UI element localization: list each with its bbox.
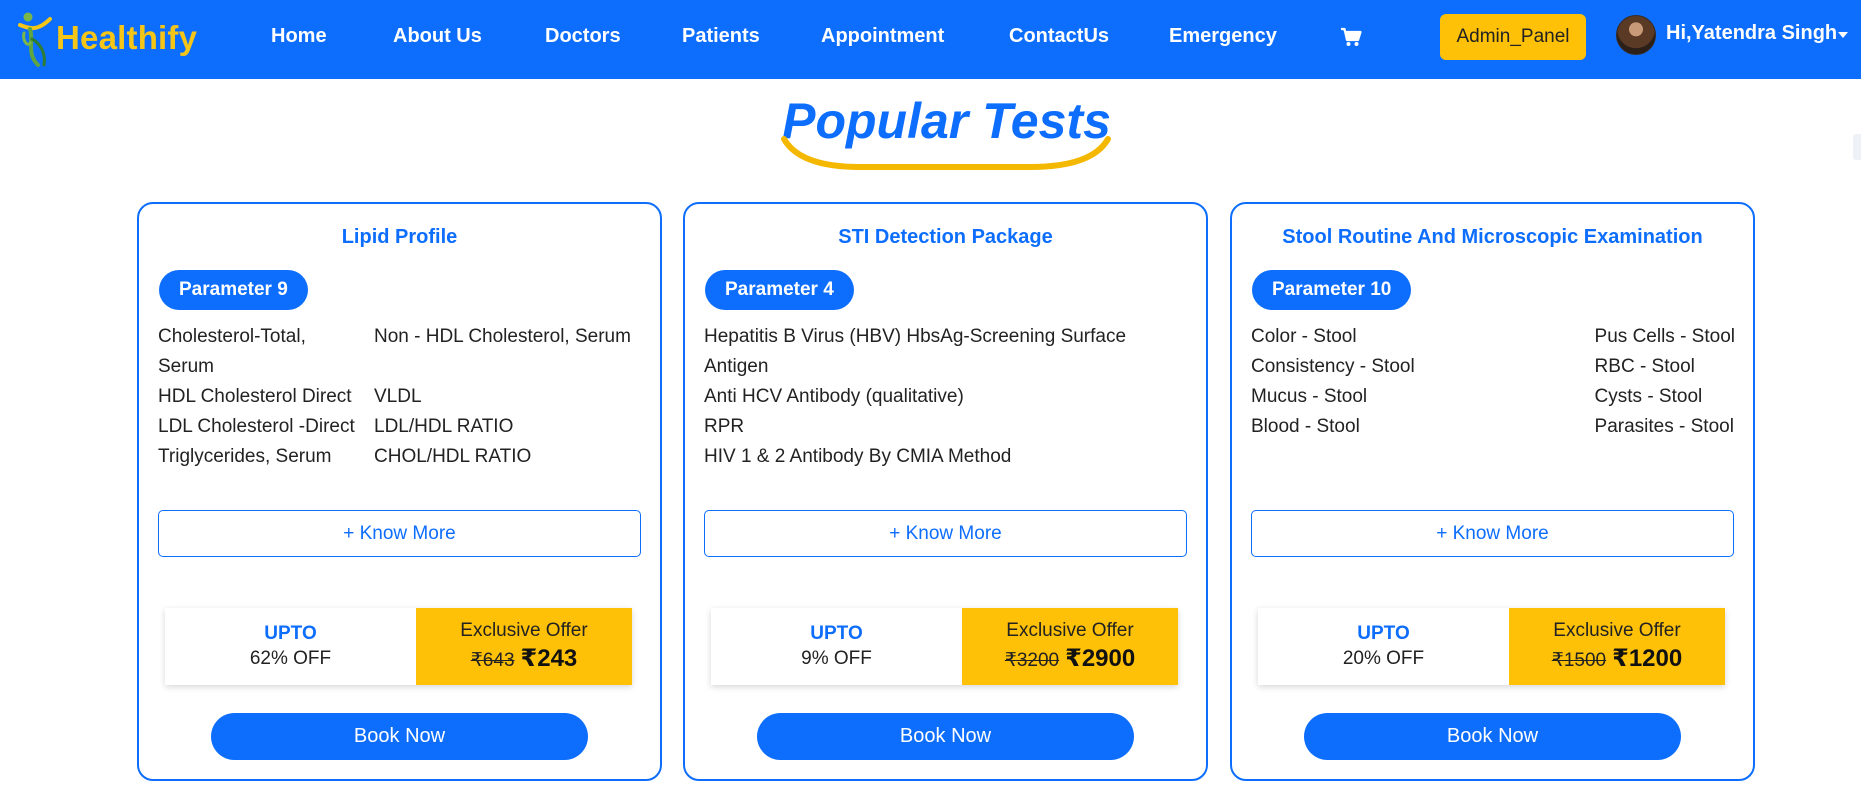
parameter-list: Color - Stool Pus Cells - Stool Consiste… bbox=[1251, 322, 1735, 442]
new-price: ₹243 bbox=[520, 645, 578, 672]
nav-doctors[interactable]: Doctors bbox=[545, 25, 621, 48]
parameter-item: Blood - Stool bbox=[1251, 416, 1360, 437]
know-more-button[interactable]: + Know More bbox=[158, 510, 641, 557]
new-price: ₹1200 bbox=[1612, 645, 1683, 672]
book-now-button[interactable]: Book Now bbox=[757, 713, 1134, 760]
parameter-item: Mucus - Stool bbox=[1251, 386, 1368, 407]
parameter-item: Color - Stool bbox=[1251, 326, 1357, 347]
discount-label: 20% OFF bbox=[1342, 648, 1425, 669]
exclusive-offer-label: Exclusive Offer bbox=[460, 620, 588, 641]
nav-appointment[interactable]: Appointment bbox=[821, 25, 944, 48]
test-card-stool-routine: Stool Routine And Microscopic Examinatio… bbox=[1230, 202, 1755, 781]
parameter-item: VLDL bbox=[374, 386, 422, 407]
card-title: STI Detection Package bbox=[838, 226, 1053, 248]
parameter-list: Cholesterol-Total, Serum Non - HDL Chole… bbox=[158, 322, 648, 472]
exclusive-offer-label: Exclusive Offer bbox=[1006, 620, 1134, 641]
old-price: ₹1500 bbox=[1551, 650, 1607, 671]
nav-about-us[interactable]: About Us bbox=[393, 25, 482, 48]
upto-label: UPTO bbox=[810, 623, 863, 644]
parameter-item: Triglycerides, Serum bbox=[158, 446, 332, 467]
parameter-item: RPR bbox=[704, 416, 745, 437]
person-leaf-logo-icon bbox=[16, 9, 60, 67]
nav-home[interactable]: Home bbox=[271, 25, 327, 48]
book-now-button[interactable]: Book Now bbox=[1304, 713, 1681, 760]
exclusive-offer-label: Exclusive Offer bbox=[1553, 620, 1681, 641]
card-title: Lipid Profile bbox=[341, 226, 458, 248]
parameter-badge: Parameter 10 bbox=[1252, 270, 1412, 310]
parameter-item: Consistency - Stool bbox=[1251, 356, 1415, 377]
parameter-item: Pus Cells - Stool bbox=[1594, 326, 1735, 347]
offer-box: UPTO 9% OFF Exclusive Offer ₹3200 ₹2900 bbox=[711, 608, 1178, 685]
old-price: ₹643 bbox=[470, 650, 515, 671]
brand-logo[interactable]: Healthify bbox=[16, 8, 197, 68]
top-navbar: Healthify Home About Us Doctors Patients… bbox=[0, 0, 1861, 79]
parameter-item: HDL Cholesterol Direct bbox=[158, 386, 352, 407]
upto-label: UPTO bbox=[264, 623, 317, 644]
old-price: ₹3200 bbox=[1004, 650, 1060, 671]
cart-icon[interactable] bbox=[1340, 27, 1362, 52]
parameter-list: Hepatitis B Virus (HBV) HbsAg-Screening … bbox=[704, 322, 1164, 472]
nav-contactus[interactable]: ContactUs bbox=[1009, 25, 1109, 48]
brand-name[interactable]: Healthify bbox=[56, 19, 197, 57]
title-underline bbox=[781, 136, 1111, 170]
parameter-item: Non - HDL Cholesterol, Serum bbox=[374, 326, 631, 347]
know-more-button[interactable]: + Know More bbox=[704, 510, 1187, 557]
nav-emergency[interactable]: Emergency bbox=[1169, 25, 1277, 48]
card-title: Stool Routine And Microscopic Examinatio… bbox=[1282, 226, 1703, 248]
test-card-sti-detection: STI Detection Package Parameter 4 Hepati… bbox=[683, 202, 1208, 781]
parameter-item: RBC - Stool bbox=[1594, 356, 1695, 377]
test-card-lipid-profile: Lipid Profile Parameter 9 Cholesterol-To… bbox=[137, 202, 662, 781]
parameter-item: Cysts - Stool bbox=[1594, 386, 1703, 407]
parameter-item: LDL/HDL RATIO bbox=[374, 416, 514, 437]
parameter-item: Parasites - Stool bbox=[1594, 416, 1734, 437]
offer-box: UPTO 62% OFF Exclusive Offer ₹643 ₹243 bbox=[165, 608, 632, 685]
discount-label: 9% OFF bbox=[801, 648, 872, 669]
caret-down-icon[interactable] bbox=[1838, 32, 1848, 38]
parameter-item: Hepatitis B Virus (HBV) HbsAg-Screening … bbox=[704, 326, 1127, 377]
new-price: ₹2900 bbox=[1065, 645, 1136, 672]
parameter-item: LDL Cholesterol -Direct bbox=[158, 416, 355, 437]
nav-patients[interactable]: Patients bbox=[682, 25, 760, 48]
book-now-button[interactable]: Book Now bbox=[211, 713, 588, 760]
discount-label: 62% OFF bbox=[249, 648, 332, 669]
parameter-badge: Parameter 4 bbox=[705, 270, 854, 310]
offer-box: UPTO 20% OFF Exclusive Offer ₹1500 ₹1200 bbox=[1258, 608, 1725, 685]
parameter-item: CHOL/HDL RATIO bbox=[374, 446, 532, 467]
parameter-item: Anti HCV Antibody (qualitative) bbox=[704, 386, 964, 407]
upto-label: UPTO bbox=[1357, 623, 1410, 644]
admin-panel-button[interactable]: Admin_Panel bbox=[1440, 14, 1586, 60]
know-more-button[interactable]: + Know More bbox=[1251, 510, 1734, 557]
parameter-item: HIV 1 & 2 Antibody By CMIA Method bbox=[704, 446, 1012, 467]
user-greeting[interactable]: Hi,Yatendra Singh bbox=[1666, 22, 1837, 45]
avatar[interactable] bbox=[1616, 15, 1656, 55]
parameter-badge: Parameter 9 bbox=[159, 270, 308, 310]
parameter-item: Cholesterol-Total, Serum bbox=[158, 326, 306, 377]
